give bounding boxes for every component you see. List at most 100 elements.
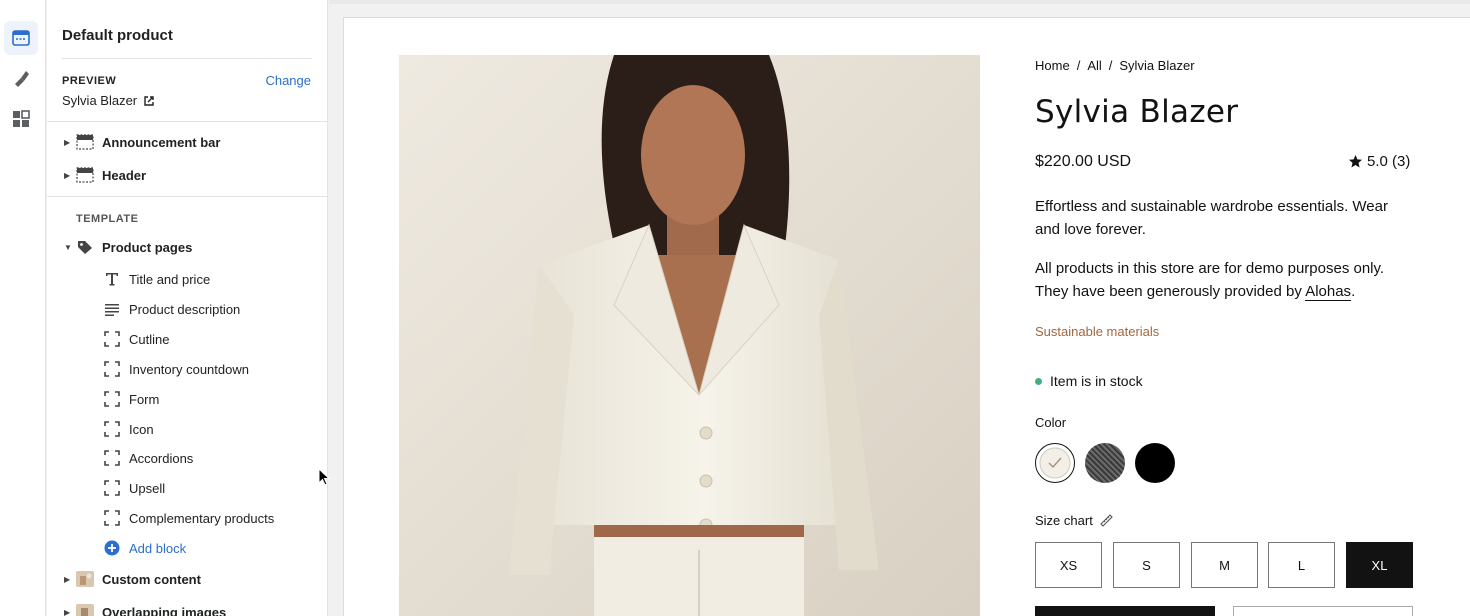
product-rating[interactable]: 5.0 (3) xyxy=(1348,153,1410,170)
product-price: $220.00 USD xyxy=(1035,153,1132,170)
block-label: Product description xyxy=(129,301,241,317)
section-custom-content[interactable]: ▶ Custom content xyxy=(47,565,327,593)
block-label: Complementary products xyxy=(129,510,275,526)
product-title: Sylvia Blazer xyxy=(1035,94,1239,130)
divider xyxy=(47,121,327,122)
block-inventory-countdown[interactable]: Inventory countdown xyxy=(103,357,249,381)
block-label: Cutline xyxy=(129,331,170,347)
breadcrumb-separator: / xyxy=(1076,58,1081,73)
alohas-link[interactable]: Alohas xyxy=(1305,283,1352,301)
sidebar-title: Default product xyxy=(62,27,173,44)
stock-status: Item is in stock xyxy=(1035,373,1143,389)
paragraph-icon xyxy=(103,300,121,318)
rating-value: 5.0 (3) xyxy=(1367,153,1411,170)
in-stock-dot-icon xyxy=(1035,377,1042,385)
icon-rail xyxy=(0,0,46,616)
sections-icon[interactable] xyxy=(4,21,38,55)
block-label: Form xyxy=(129,391,160,407)
size-option-s[interactable]: S xyxy=(1113,542,1180,588)
change-preview-link[interactable]: Change xyxy=(265,73,311,88)
section-layout-icon xyxy=(76,167,94,183)
color-swatch-gray[interactable] xyxy=(1085,443,1125,483)
block-label: Upsell xyxy=(129,480,166,496)
preview-label: PREVIEW xyxy=(62,75,117,87)
block-cutline[interactable]: Cutline xyxy=(103,327,169,351)
preview-product-name: Sylvia Blazer xyxy=(62,93,138,108)
block-label: Icon xyxy=(129,421,154,437)
block-label: Title and price xyxy=(129,271,211,287)
demo-note: All products in this store are for demo … xyxy=(1035,257,1415,303)
app-block-icon xyxy=(103,420,121,438)
buy-now-button[interactable] xyxy=(1233,606,1413,616)
caret-right-icon[interactable]: ▶ xyxy=(64,171,72,180)
external-link-icon xyxy=(144,95,154,106)
size-option-xs[interactable]: XS xyxy=(1035,542,1102,588)
text-icon xyxy=(103,270,121,288)
app-block-icon xyxy=(103,509,121,527)
caret-right-icon[interactable]: ▶ xyxy=(64,138,72,147)
section-product-pages[interactable]: ▼ Product pages xyxy=(47,233,327,261)
section-label: Announcement bar xyxy=(102,134,221,150)
size-chart-label: Size chart xyxy=(1035,513,1093,528)
caret-right-icon[interactable]: ▶ xyxy=(64,575,72,584)
size-option-l[interactable]: L xyxy=(1268,542,1335,588)
app-embeds-icon[interactable] xyxy=(4,102,38,136)
block-complementary-products[interactable]: Complementary products xyxy=(103,506,274,530)
size-chart-link[interactable]: Size chart xyxy=(1035,513,1114,528)
divider xyxy=(62,58,312,59)
section-label: Custom content xyxy=(102,571,201,587)
color-swatch-black[interactable] xyxy=(1135,443,1175,483)
add-block-button[interactable]: Add block xyxy=(103,536,186,560)
caret-right-icon[interactable]: ▶ xyxy=(64,608,72,616)
demo-note-suffix: . xyxy=(1351,283,1356,300)
app-block-icon xyxy=(103,449,121,467)
app-block-icon xyxy=(103,390,121,408)
block-icon[interactable]: Icon xyxy=(103,417,154,441)
add-block-label: Add block xyxy=(129,540,187,556)
plus-circle-icon xyxy=(103,539,121,557)
theme-editor: Default product PREVIEW Change Sylvia Bl… xyxy=(0,0,1470,616)
theme-settings-icon[interactable] xyxy=(4,61,38,95)
caret-down-icon[interactable]: ▼ xyxy=(64,243,72,252)
block-accordions[interactable]: Accordions xyxy=(103,446,193,470)
app-block-icon xyxy=(103,360,121,378)
template-label: TEMPLATE xyxy=(76,213,139,225)
stock-text: Item is in stock xyxy=(1050,373,1143,389)
size-option-m[interactable]: M xyxy=(1191,542,1258,588)
section-label: Product pages xyxy=(102,239,193,255)
breadcrumb-all[interactable]: All xyxy=(1087,58,1101,73)
breadcrumb: Home / All / Sylvia Blazer xyxy=(1035,58,1195,73)
star-icon xyxy=(1349,155,1362,168)
tag-icon xyxy=(76,239,94,255)
breadcrumb-current: Sylvia Blazer xyxy=(1119,58,1195,73)
editor-sidebar: Default product PREVIEW Change Sylvia Bl… xyxy=(47,0,328,616)
section-label: Overlapping images xyxy=(102,604,227,616)
section-label: Header xyxy=(102,167,147,183)
breadcrumb-home[interactable]: Home xyxy=(1035,58,1070,73)
add-to-cart-button[interactable] xyxy=(1035,606,1215,616)
size-option-xl[interactable]: XL xyxy=(1346,542,1413,588)
divider xyxy=(47,196,327,197)
block-product-description[interactable]: Product description xyxy=(103,297,240,321)
section-overlapping-images[interactable]: ▶ Overlapping images xyxy=(47,598,327,616)
mouse-cursor-icon xyxy=(318,468,330,486)
block-label: Accordions xyxy=(129,450,194,466)
image-thumb-icon xyxy=(76,604,94,616)
preview-product-link[interactable]: Sylvia Blazer xyxy=(62,93,155,108)
block-form[interactable]: Form xyxy=(103,387,159,411)
product-description: Effortless and sustainable wardrobe esse… xyxy=(1035,198,1388,238)
block-upsell[interactable]: Upsell xyxy=(103,476,165,500)
color-swatch-cream[interactable] xyxy=(1035,443,1075,483)
block-label: Inventory countdown xyxy=(129,361,249,377)
app-block-icon xyxy=(103,330,121,348)
product-image[interactable] xyxy=(399,55,980,616)
ruler-icon xyxy=(1100,514,1113,527)
sustainable-materials-label[interactable]: Sustainable materials xyxy=(1035,324,1159,339)
app-block-icon xyxy=(103,479,121,497)
color-label: Color xyxy=(1035,415,1067,430)
block-title-and-price[interactable]: Title and price xyxy=(103,267,210,291)
breadcrumb-separator: / xyxy=(1108,58,1113,73)
image-thumb-icon xyxy=(76,571,94,587)
section-announcement-bar[interactable]: ▶ Announcement bar xyxy=(47,128,327,156)
section-header[interactable]: ▶ Header xyxy=(47,161,327,189)
